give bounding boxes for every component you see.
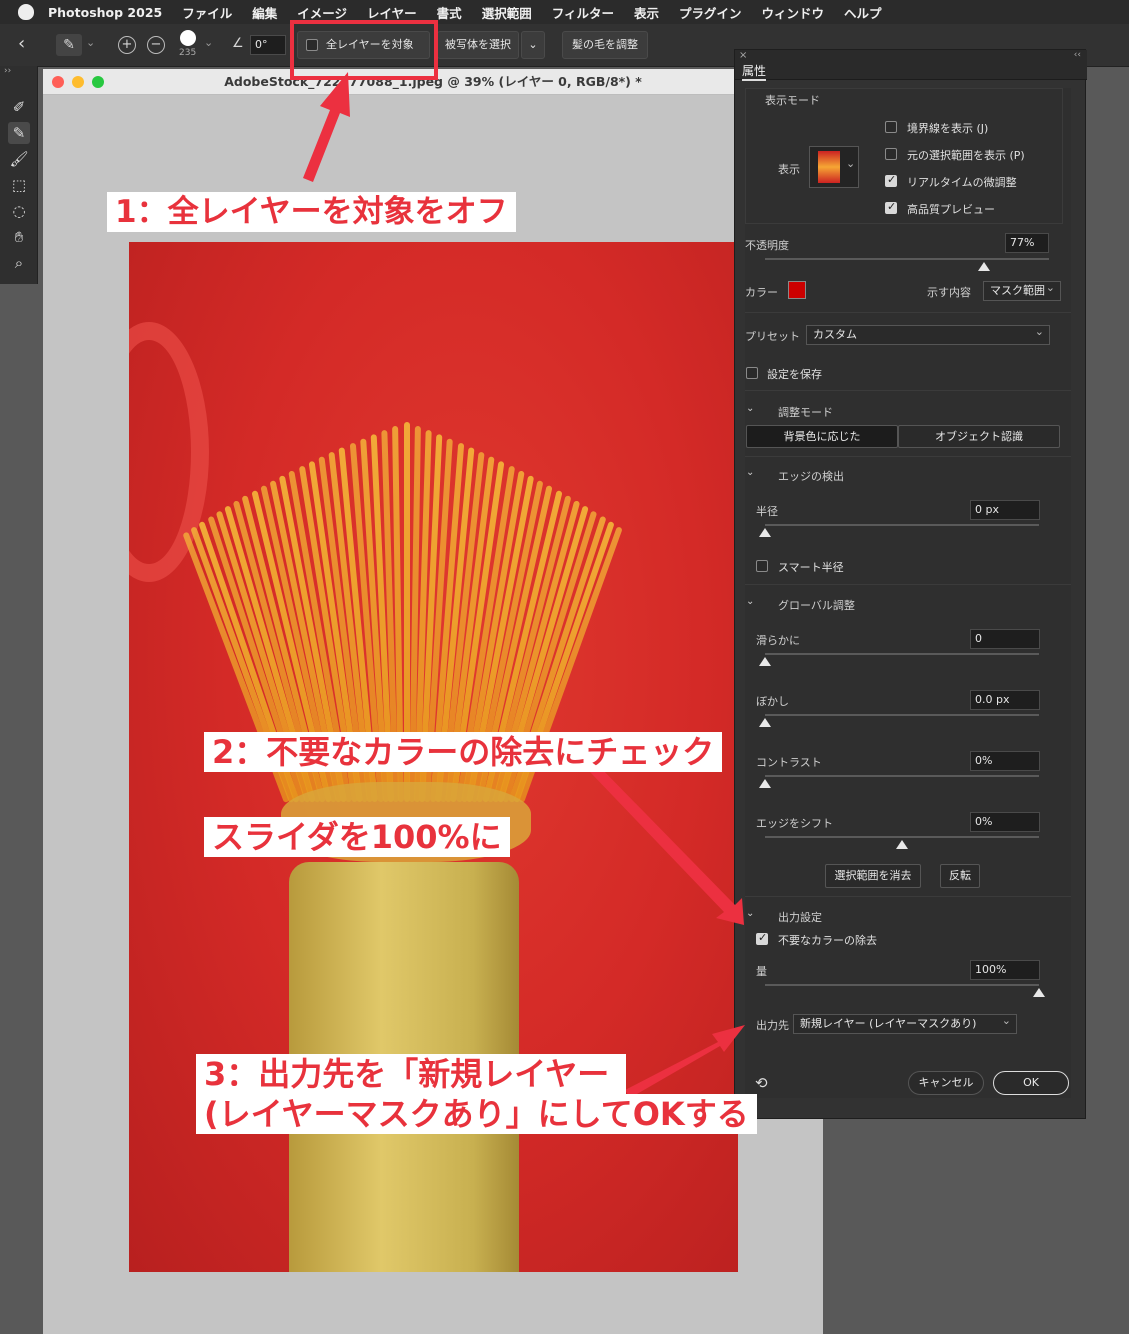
annotation-step1: 1：全レイヤーを対象をオフ [107, 192, 516, 232]
arrow-2 [590, 765, 744, 925]
annotation-step3-line2: (レイヤーマスクあり」にしてOKする [196, 1094, 757, 1134]
arrow-1 [303, 72, 350, 182]
arrow-3 [625, 1025, 745, 1098]
annotation-step2: 2：不要なカラーの除去にチェック [204, 732, 723, 772]
annotation-step2b: スライダを100%に [204, 817, 510, 857]
annotation-step3-line1: 3：出力先を「新規レイヤー [196, 1054, 626, 1094]
